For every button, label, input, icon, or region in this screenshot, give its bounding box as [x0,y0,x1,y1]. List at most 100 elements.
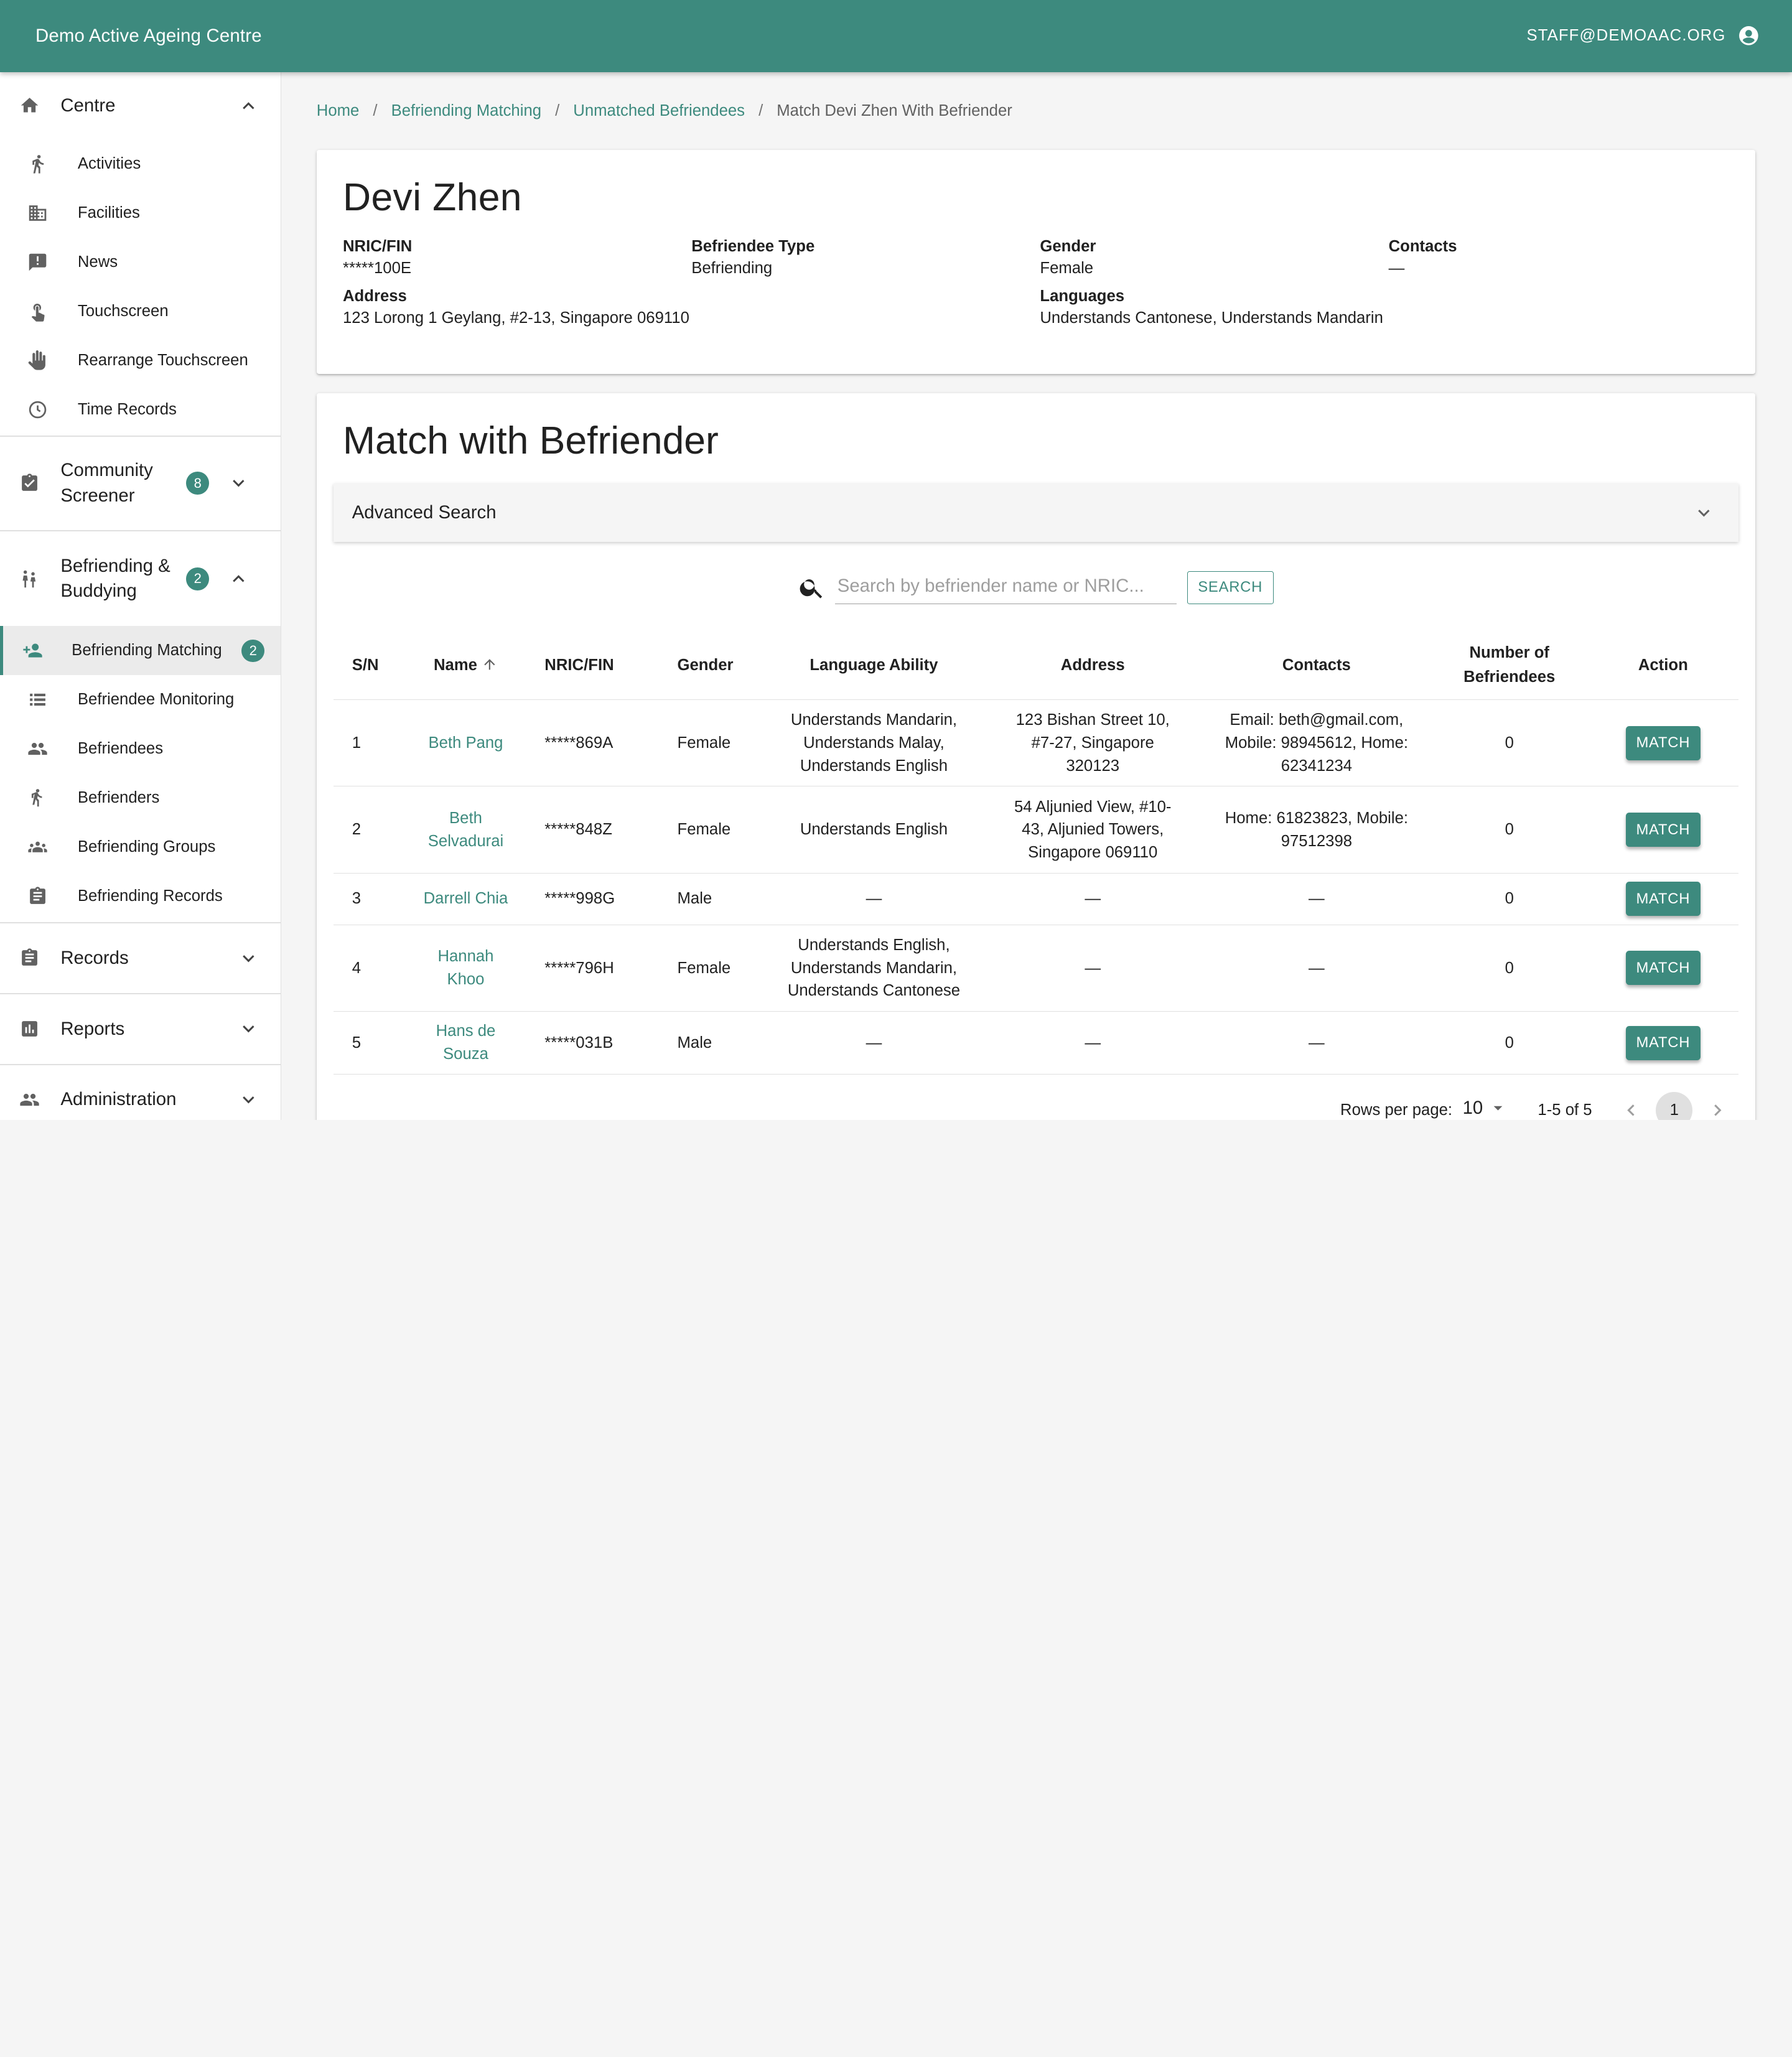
chevron-left-icon[interactable] [1620,1099,1643,1120]
sidebar-section-label: Community Screener [60,460,153,506]
page-button-1[interactable]: 1 [1656,1091,1693,1120]
cell-gender: Male [660,873,765,925]
search-input[interactable] [835,571,1177,605]
sidebar-item-befriendee-monitoring[interactable]: Befriendee Monitoring [0,675,281,724]
table-row: 5 Hans de Souza *****031B Male — — — 0 M… [334,1011,1738,1075]
cell-name-link[interactable]: Beth Selvadurai [403,786,529,874]
sidebar-item-news[interactable]: News [0,238,281,287]
advanced-search-panel[interactable]: Advanced Search [334,483,1738,542]
field-address: Address 123 Lorong 1 Geylang, #2-13, Sin… [343,287,1040,327]
rows-per-page-value: 10 [1462,1097,1483,1118]
field-languages: Languages Understands Cantonese, Underst… [1040,287,1737,327]
sidebar-item-touchscreen[interactable]: Touchscreen [0,287,281,336]
col-address: Address [983,631,1203,700]
sidebar-section-centre[interactable]: Centre [0,72,281,139]
sidebar-item-label: Befrienders [77,789,160,807]
sidebar-item-label: Befriendees [77,740,164,758]
cell-sn: 3 [334,873,403,925]
chevron-down-icon[interactable] [237,947,260,970]
sidebar-section-reports[interactable]: Reports [0,994,281,1064]
sidebar-item-befriendees[interactable]: Befriendees [0,724,281,773]
sidebar-item-activities[interactable]: Activities [0,139,281,189]
app-title[interactable]: Demo Active Ageing Centre [35,26,262,47]
sidebar-section-community-screener[interactable]: Community Screener 8 [0,437,281,531]
field-label: Address [343,287,407,306]
table-row: 2 Beth Selvadurai *****848Z Female Under… [334,786,1738,874]
sidebar-section-label: Reports [60,1018,125,1039]
cell-name-link[interactable]: Darrell Chia [403,873,529,925]
cell-gender: Male [660,1011,765,1075]
cell-count: 0 [1430,873,1589,925]
user-email[interactable]: STAFF@DEMOAAC.ORG [1526,27,1725,45]
chevron-up-icon[interactable] [227,567,250,590]
cell-action: MATCH [1588,699,1738,787]
cell-language: Understands English [764,786,984,874]
sidebar-section-label: Records [60,947,129,968]
col-action: Action [1588,631,1738,700]
breadcrumb-unmatched-befriendees[interactable]: Unmatched Befriendees [573,102,745,120]
sidebar-item-befriending-matching[interactable]: Befriending Matching 2 [0,626,281,676]
sidebar-section-label: Centre [60,95,116,116]
sidebar-section-label: Befriending & Buddying [60,555,170,602]
col-number-of-befriendees: Number of Befriendees [1430,631,1589,700]
match-button[interactable]: MATCH [1625,725,1701,760]
sidebar-item-label: Activities [77,155,141,173]
sidebar: Centre Activities Facilities News Touchs… [0,72,281,1120]
breadcrumb-befriending-matching[interactable]: Befriending Matching [391,102,541,120]
match-button[interactable]: MATCH [1625,882,1701,917]
col-name[interactable]: Name [403,631,529,700]
sidebar-item-time-records[interactable]: Time Records [0,385,281,434]
arrow-up-icon[interactable] [482,656,498,673]
touch-icon [27,301,48,322]
running-icon [27,154,48,174]
match-button[interactable]: MATCH [1625,951,1701,986]
cell-name-link[interactable]: Hannah Khoo [403,925,529,1012]
chevron-right-icon[interactable] [1706,1099,1729,1120]
account-circle-icon[interactable] [1737,24,1760,47]
cell-name-link[interactable]: Beth Pang [403,699,529,787]
clipboard-icon [27,886,48,907]
sidebar-item-facilities[interactable]: Facilities [0,189,281,238]
cell-language: — [764,873,984,925]
rows-per-page-select[interactable]: 10 [1462,1098,1511,1120]
befriending-matching-badge: 2 [241,639,265,663]
sidebar-item-befriending-records[interactable]: Befriending Records [0,872,281,921]
sidebar-item-rearrange-touchscreen[interactable]: Rearrange Touchscreen [0,336,281,385]
people-icon [27,739,48,759]
profile-details: NRIC/FIN *****100E Befriendee Type Befri… [343,238,1729,327]
cell-language: Understands English, Understands Mandari… [764,925,984,1012]
sidebar-section-befriending[interactable]: Befriending & Buddying 2 [0,531,281,626]
cell-nric: *****869A [528,699,660,787]
table-row: 4 Hannah Khoo *****796H Female Understan… [334,925,1738,1012]
table-row: 1 Beth Pang *****869A Female Understands… [334,699,1738,787]
search-button[interactable]: SEARCH [1187,571,1274,604]
breadcrumb-home[interactable]: Home [317,102,360,120]
field-contacts: Contacts — [1389,238,1737,278]
sidebar-item-label: Time Records [77,400,177,418]
cell-address: 123 Bishan Street 10, #7-27, Singapore 3… [983,699,1203,787]
sidebar-item-befrienders[interactable]: Befrienders [0,773,281,823]
sidebar-item-label: Befriending Matching [72,641,222,660]
field-value: — [1388,259,1405,277]
cell-count: 0 [1430,699,1589,787]
announcement-icon [27,252,48,273]
chevron-up-icon[interactable] [237,95,260,118]
breadcrumb-separator: / [758,101,763,119]
chevron-down-icon[interactable] [237,1088,260,1111]
cell-sn: 2 [334,786,403,874]
user-menu[interactable]: STAFF@DEMOAAC.ORG [1526,24,1760,47]
sidebar-section-records[interactable]: Records [0,923,281,993]
chevron-down-icon[interactable] [1692,501,1715,525]
sidebar-section-administration[interactable]: Administration [0,1065,281,1120]
cell-name-link[interactable]: Hans de Souza [403,1011,529,1075]
chevron-down-icon[interactable] [227,472,250,495]
clipboard-icon [18,947,41,970]
match-button[interactable]: MATCH [1625,813,1701,847]
sidebar-item-label: Rearrange Touchscreen [77,351,248,369]
match-button[interactable]: MATCH [1625,1025,1701,1060]
chevron-down-icon[interactable] [237,1017,260,1040]
sidebar-item-befriending-groups[interactable]: Befriending Groups [0,823,281,872]
befriendee-name: Devi Zhen [343,175,522,219]
field-value: Befriending [691,259,773,277]
sidebar-item-label: News [77,253,118,271]
